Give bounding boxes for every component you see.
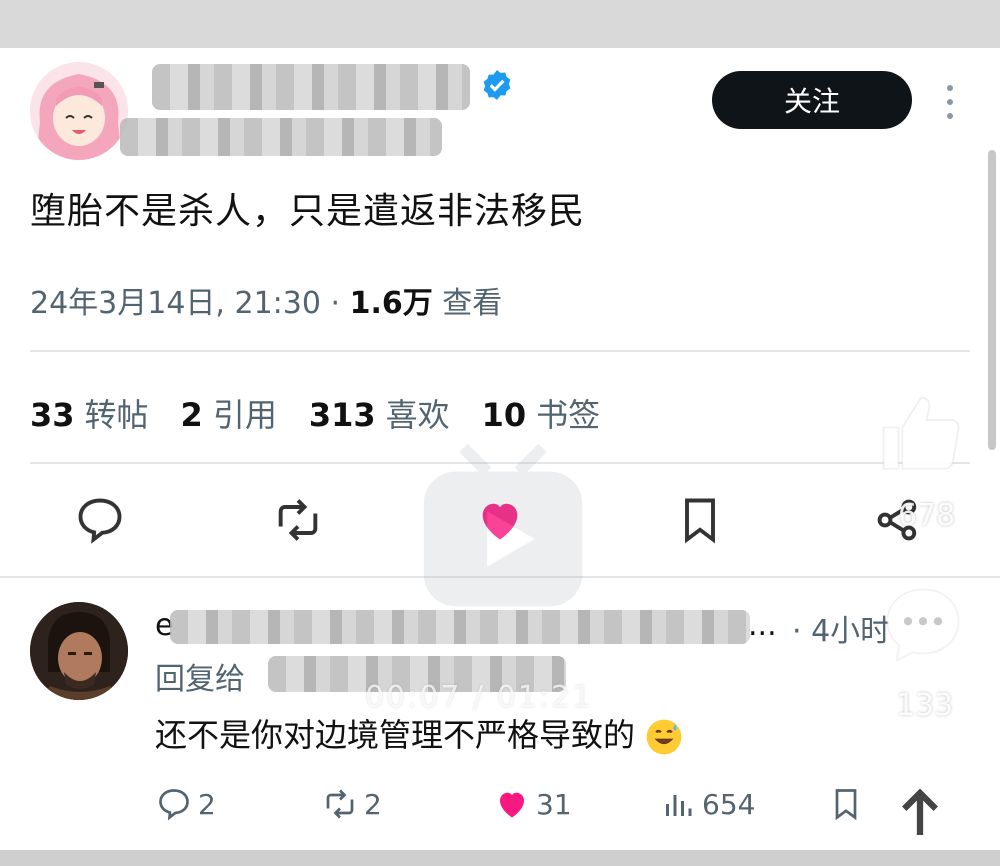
overlay-comment-icon[interactable]: [878, 580, 968, 670]
post-meta: 24年3月14日, 21:30 · 1.6万 查看: [30, 278, 502, 322]
reply-text: 还不是你对边境管理不严格导致的: [155, 710, 683, 756]
more-options-icon[interactable]: [940, 82, 960, 122]
reply-views-action[interactable]: 654: [660, 784, 755, 824]
divider-top: [30, 350, 970, 352]
stat-quotes[interactable]: 2 引用: [181, 390, 277, 436]
reply-to-label: 回复给: [155, 662, 245, 697]
bottom-bar: [0, 850, 1000, 866]
stat-retweets[interactable]: 33 转帖: [30, 390, 149, 436]
views-label: 查看: [432, 286, 503, 321]
reply-retweets-action[interactable]: 2: [322, 784, 382, 824]
scrollbar[interactable]: [988, 150, 996, 450]
overlay-like-count: 678: [898, 498, 956, 533]
overlay-share-arrow-icon[interactable]: [878, 772, 962, 856]
top-status-bar: [0, 0, 1000, 48]
author-name-blurred[interactable]: [152, 64, 470, 110]
retweet-icon: [326, 789, 354, 819]
follow-button[interactable]: 关注: [712, 71, 912, 129]
post-date-time: 24年3月14日, 21:30 ·: [30, 286, 350, 321]
post-stats: 33 转帖 2 引用 313 喜欢 10 书签: [30, 390, 600, 436]
views-bar-chart-icon: [666, 795, 692, 816]
author-avatar[interactable]: [30, 62, 128, 160]
post-text: 堕胎不是杀人，只是遣返非法移民: [30, 191, 586, 232]
overlay-video-time: 00:07 / 01:21: [365, 680, 594, 715]
views-count: 1.6万: [349, 286, 433, 321]
like-heart-icon: [500, 792, 524, 818]
retweet-icon[interactable]: [272, 494, 324, 546]
stat-likes[interactable]: 313 喜欢: [309, 390, 450, 436]
bookmark-icon[interactable]: [674, 494, 726, 546]
reply-author-avatar[interactable]: [30, 602, 128, 700]
reply-bookmark-action[interactable]: [828, 784, 864, 824]
reply-time: · 4小时: [792, 614, 891, 649]
reply-icon[interactable]: [74, 494, 126, 546]
stat-bookmarks[interactable]: 10 书签: [482, 390, 601, 436]
bookmark-icon: [835, 789, 857, 821]
overlay-like-thumb-icon[interactable]: [876, 390, 966, 480]
grinning-sweat-emoji-icon: [646, 719, 682, 755]
reply-replies-action[interactable]: 2: [156, 784, 216, 824]
reply-ellipsis: ...: [748, 608, 777, 643]
reply-likes-action[interactable]: 31: [494, 784, 572, 824]
video-app-watermark-icon: [423, 443, 583, 607]
verified-badge-icon: [483, 70, 511, 100]
author-handle-blurred: [120, 118, 442, 156]
overlay-comment-count: 133: [896, 688, 954, 723]
reply-icon: [159, 789, 189, 821]
